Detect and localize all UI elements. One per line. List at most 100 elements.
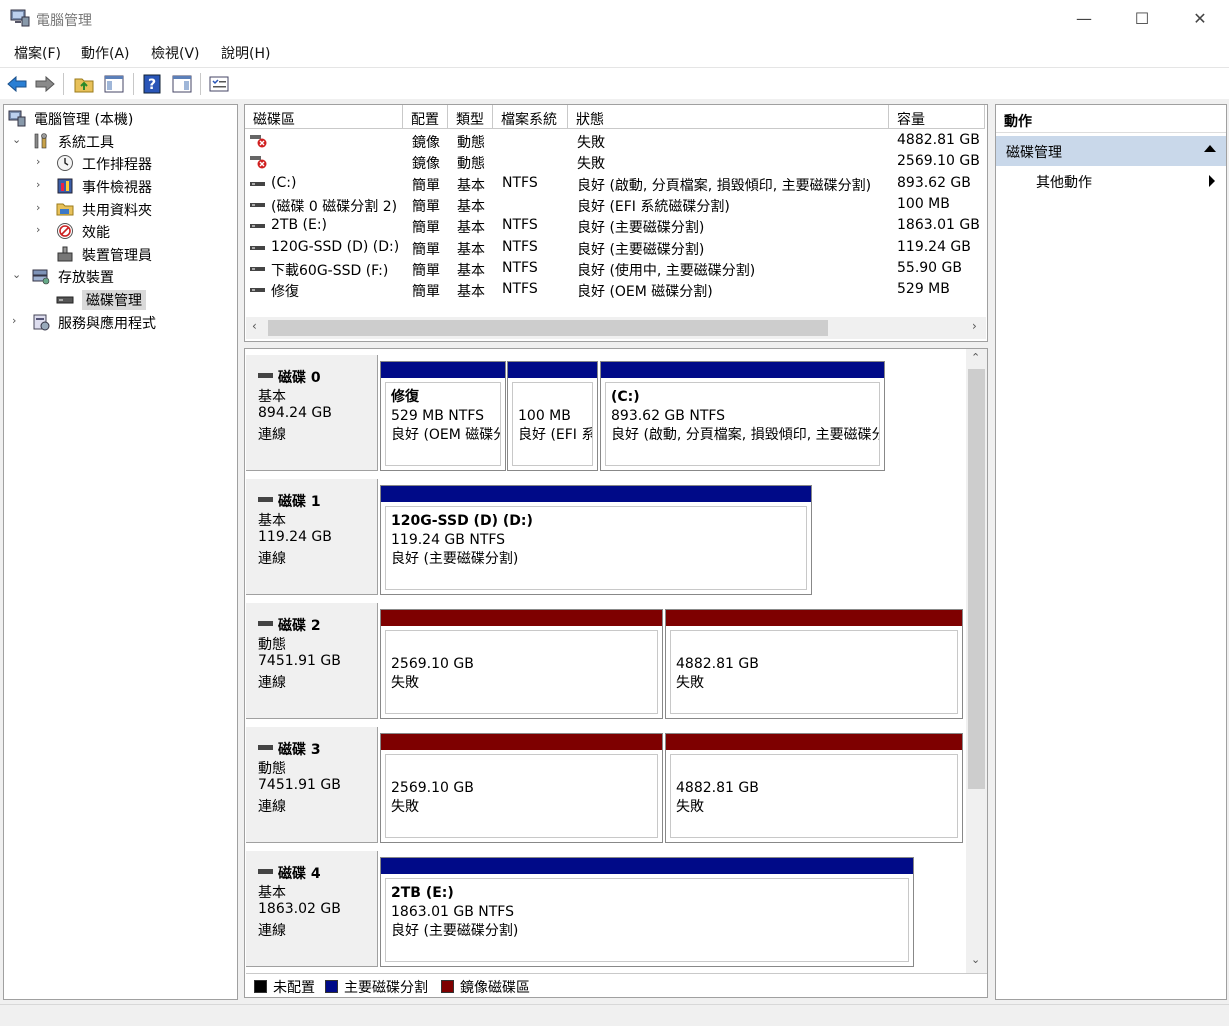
scroll-left-arrow[interactable]: ‹ <box>252 319 257 333</box>
volume-name: 下載60G-SSD (F:) <box>271 262 389 279</box>
partition-status: 良好 (啟動, 分頁檔案, 損毀傾印, 主要磁碟分割) <box>611 427 880 443</box>
forward-arrow-icon[interactable] <box>34 73 56 95</box>
chevron-right-icon[interactable]: › <box>36 178 48 191</box>
volume-capacity: 529 MB <box>897 281 950 298</box>
disk-header[interactable]: 磁碟 4 基本 1863.02 GB 連線 <box>246 851 378 967</box>
partition-block[interactable]: 100 MB 良好 (EFI 系統磁碟分割) <box>507 361 598 471</box>
column-header-capacity[interactable]: 容量 <box>889 105 985 129</box>
column-header-type[interactable]: 類型 <box>448 105 493 129</box>
volume-row[interactable]: (磁碟 0 磁碟分割 2) 簡單 基本 良好 (EFI 系統磁碟分割) 100 MB <box>245 195 987 216</box>
volume-icon <box>250 245 265 250</box>
actions-pane: 動作 磁碟管理 其他動作 <box>995 104 1227 1000</box>
partition-details: 120G-SSD (D) (D:) 119.24 GB NTFS 良好 (主要磁碟分… <box>385 506 807 590</box>
volume-row[interactable]: 鏡像 動態 失敗 4882.81 GB <box>245 131 987 152</box>
menu-action[interactable]: 動作(A) <box>81 43 130 63</box>
partition-block[interactable]: 2TB (E:) 1863.01 GB NTFS 良好 (主要磁碟分割) <box>380 857 914 967</box>
volume-row[interactable]: 120G-SSD (D) (D:) 簡單 基本 NTFS 良好 (主要磁碟分割) 119.… <box>245 238 987 259</box>
chevron-right-icon[interactable]: › <box>36 201 48 214</box>
collapse-caret-icon[interactable] <box>1204 145 1216 152</box>
chevron-right-icon[interactable]: › <box>12 314 24 327</box>
column-header-volume[interactable]: 磁碟區 <box>245 105 403 129</box>
disk-size: 894.24 GB <box>258 405 332 421</box>
up-folder-icon[interactable] <box>73 73 95 95</box>
volume-row[interactable]: 2TB (E:) 簡單 基本 NTFS 良好 (主要磁碟分割) 1863.01 GB <box>245 216 987 237</box>
disk-header[interactable]: 磁碟 3 動態 7451.91 GB 連線 <box>246 727 378 843</box>
partition-block[interactable]: 120G-SSD (D) (D:) 119.24 GB NTFS 良好 (主要磁碟分… <box>380 485 812 595</box>
partition-block[interactable]: (C:) 893.62 GB NTFS 良好 (啟動, 分頁檔案, 損毀傾印, 主要… <box>600 361 885 471</box>
show-hide-action-pane-icon[interactable] <box>171 73 193 95</box>
volume-list: 磁碟區 配置 類型 檔案系統 狀態 容量 鏡像 動態 失敗 4882.81 GB 鏡像動… <box>244 104 988 342</box>
chevron-down-icon[interactable]: ⌄ <box>12 133 24 146</box>
partition-color-bar <box>381 486 811 502</box>
partition-details: 修復 529 MB NTFS 良好 (OEM 磁碟分割) <box>385 382 501 466</box>
disk-state: 連線 <box>258 427 286 443</box>
tree-label: 磁碟管理 <box>82 290 146 310</box>
disk-map: 磁碟 0 基本 894.24 GB 連線 修復 529 MB NTFS 良好 (OEM 磁碟… <box>244 348 988 998</box>
volume-row[interactable]: (C:) 簡單 基本 NTFS 良好 (啟動, 分頁檔案, 損毀傾印, 主要磁碟分割) 8… <box>245 174 987 195</box>
partition-status: 失敗 <box>676 675 704 691</box>
partition-color-bar <box>508 362 597 378</box>
disk-icon <box>258 868 273 874</box>
disk-header[interactable]: 磁碟 0 基本 894.24 GB 連線 <box>246 355 378 471</box>
chevron-right-icon[interactable]: › <box>36 223 48 236</box>
menu-help[interactable]: 說明(H) <box>221 43 270 63</box>
column-header-filesystem[interactable]: 檔案系統 <box>493 105 568 129</box>
disk-name-label: 磁碟 2 <box>278 618 321 634</box>
partition-block[interactable]: 2569.10 GB 失敗 <box>380 733 663 843</box>
shared-folder-icon <box>56 203 74 216</box>
legend-label: 鏡像磁碟區 <box>460 980 530 996</box>
partition-block[interactable]: 4882.81 GB 失敗 <box>665 609 963 719</box>
partition-block[interactable]: 2569.10 GB 失敗 <box>380 609 663 719</box>
volume-icon <box>250 181 265 186</box>
help-icon[interactable]: ? <box>141 73 163 95</box>
volume-layout: 鏡像 <box>412 156 440 173</box>
column-header-status[interactable]: 狀態 <box>568 105 889 129</box>
disk-header[interactable]: 磁碟 2 動態 7451.91 GB 連線 <box>246 603 378 719</box>
disk-name-label: 磁碟 4 <box>278 866 321 882</box>
vertical-scrollbar[interactable]: ⌃ ⌄ <box>966 349 987 973</box>
minimize-button[interactable]: — <box>1055 0 1113 38</box>
disk-icon <box>258 496 273 502</box>
more-actions-item[interactable]: 其他動作 <box>996 169 1226 193</box>
maximize-button[interactable]: ☐ <box>1113 0 1171 38</box>
column-header-layout[interactable]: 配置 <box>403 105 448 129</box>
partition-block[interactable]: 修復 529 MB NTFS 良好 (OEM 磁碟分割) <box>380 361 506 471</box>
horizontal-scrollbar[interactable]: ‹ › <box>246 317 986 339</box>
volume-filesystem: NTFS <box>502 259 538 276</box>
disk-icon <box>258 620 273 626</box>
partition-size: 2569.10 GB <box>391 780 474 796</box>
show-hide-console-tree-icon[interactable] <box>103 73 125 95</box>
scroll-right-arrow[interactable]: › <box>972 319 977 333</box>
volume-row[interactable]: 修復 簡單 基本 NTFS 良好 (OEM 磁碟分割) 529 MB <box>245 280 987 301</box>
volume-status: 良好 (EFI 系統磁碟分割) <box>577 198 730 215</box>
partition-status: 良好 (主要磁碟分割) <box>391 923 519 939</box>
partition-name-empty <box>391 636 657 655</box>
partition-block[interactable]: 4882.81 GB 失敗 <box>665 733 963 843</box>
volume-layout: 簡單 <box>412 177 440 194</box>
actions-section-disk-management[interactable]: 磁碟管理 <box>996 136 1226 166</box>
chevron-right-icon[interactable]: › <box>36 155 48 168</box>
back-arrow-icon[interactable] <box>6 73 28 95</box>
properties-icon[interactable] <box>208 73 230 95</box>
scroll-up-arrow[interactable]: ⌃ <box>971 351 980 364</box>
scroll-down-arrow[interactable]: ⌄ <box>971 953 980 966</box>
menu-view[interactable]: 檢視(V) <box>151 43 200 63</box>
disk-header[interactable]: 磁碟 1 基本 119.24 GB 連線 <box>246 479 378 595</box>
scrollbar-thumb[interactable] <box>968 369 985 789</box>
close-button[interactable]: ✕ <box>1171 0 1229 38</box>
submenu-arrow-icon <box>1209 175 1215 187</box>
scrollbar-thumb[interactable] <box>268 320 828 336</box>
chevron-down-icon[interactable]: ⌄ <box>12 268 24 281</box>
partition-size: 2569.10 GB <box>391 656 474 672</box>
volume-capacity: 2569.10 GB <box>897 153 980 170</box>
partition-color-bar <box>381 362 505 378</box>
volume-icon <box>250 202 265 207</box>
volume-row[interactable]: 鏡像 動態 失敗 2569.10 GB <box>245 152 987 173</box>
volume-layout: 簡單 <box>412 220 440 237</box>
volume-row[interactable]: 下載60G-SSD (F:) 簡單 基本 NTFS 良好 (使用中, 主要磁碟分割) 55… <box>245 259 987 280</box>
partition-color-bar <box>666 734 962 750</box>
disk-type: 基本 <box>258 389 286 405</box>
status-bar <box>0 1004 1229 1026</box>
menu-file[interactable]: 檔案(F) <box>14 43 61 63</box>
disk-type: 基本 <box>258 885 286 901</box>
